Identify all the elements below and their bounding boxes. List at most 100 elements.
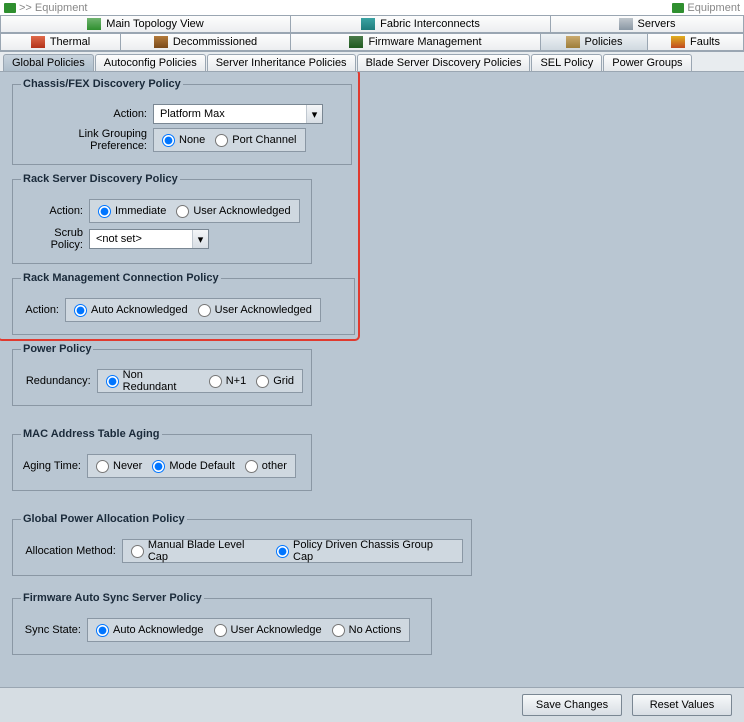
sub-tab-blade-server-discovery-policies[interactable]: Blade Server Discovery Policies	[357, 54, 531, 71]
fabric-icon	[361, 18, 375, 30]
scrub-policy-value: <not set>	[96, 233, 142, 245]
nav-tab-decommissioned[interactable]: Decommissioned	[120, 33, 290, 51]
sub-nav: Global PoliciesAutoconfig PoliciesServer…	[0, 52, 744, 72]
nav-tab-fabric-interconnects[interactable]: Fabric Interconnects	[290, 15, 550, 33]
redundancy-label: Redundancy:	[21, 375, 91, 387]
breadcrumb-text: >> Equipment	[19, 2, 88, 14]
radio-port-channel[interactable]: Port Channel	[215, 134, 296, 147]
nav-tab-label: Firmware Management	[368, 36, 481, 48]
save-button[interactable]: Save Changes	[522, 694, 622, 716]
radio-n+1[interactable]: N+1	[209, 375, 247, 388]
radio-label: Policy Driven Chassis Group Cap	[293, 539, 454, 563]
radio-input[interactable]	[209, 375, 222, 388]
radio-label: Auto Acknowledge	[113, 624, 204, 636]
radio-other[interactable]: other	[245, 460, 287, 473]
radio-label: N+1	[226, 375, 247, 387]
nav-tab-label: Thermal	[50, 36, 90, 48]
nav-tab-thermal[interactable]: Thermal	[0, 33, 120, 51]
radio-input[interactable]	[332, 624, 345, 637]
radio-input[interactable]	[176, 205, 189, 218]
breadcrumb-text-right: Equipment	[687, 2, 740, 14]
allocation-method-label: Allocation Method:	[21, 545, 116, 557]
rack-action-label: Action:	[21, 205, 83, 217]
power-policy-legend: Power Policy	[21, 343, 93, 355]
power-policy-fieldset: Power Policy Redundancy: Non Redundant N+…	[12, 343, 312, 406]
radio-no-actions[interactable]: No Actions	[332, 624, 402, 637]
chassis-fex-legend: Chassis/FEX Discovery Policy	[21, 78, 183, 90]
radio-none[interactable]: None	[162, 134, 205, 147]
nav-tab-firmware-management[interactable]: Firmware Management	[290, 33, 540, 51]
topology-icon	[87, 18, 101, 30]
radio-input[interactable]	[256, 375, 269, 388]
rack-mgmt-legend: Rack Management Connection Policy	[21, 272, 221, 284]
scrub-policy-combo[interactable]: <not set> ▾	[89, 229, 209, 249]
servers-icon	[619, 18, 633, 30]
nav-tab-label: Policies	[585, 36, 623, 48]
nav-tab-servers[interactable]: Servers	[550, 15, 744, 33]
sub-tab-power-groups[interactable]: Power Groups	[603, 54, 691, 71]
nav-tab-main-topology-view[interactable]: Main Topology View	[0, 15, 290, 33]
radio-immediate[interactable]: Immediate	[98, 205, 166, 218]
rack-server-fieldset: Rack Server Discovery Policy Action: Imm…	[12, 173, 312, 264]
global-power-alloc-legend: Global Power Allocation Policy	[21, 513, 187, 525]
nav-tab-label: Main Topology View	[106, 18, 203, 30]
global-power-alloc-fieldset: Global Power Allocation Policy Allocatio…	[12, 513, 472, 576]
radio-input[interactable]	[152, 460, 165, 473]
radio-input[interactable]	[215, 134, 228, 147]
radio-input[interactable]	[98, 205, 111, 218]
radio-label: User Acknowledged	[215, 304, 312, 316]
radio-input[interactable]	[74, 304, 87, 317]
sync-state-radiogroup: Auto Acknowledge User Acknowledge No Actio…	[87, 618, 410, 642]
thermal-icon	[31, 36, 45, 48]
sub-tab-sel-policy[interactable]: SEL Policy	[531, 54, 602, 71]
chassis-fex-fieldset: Chassis/FEX Discovery Policy Action: Pla…	[12, 78, 352, 165]
radio-non-redundant[interactable]: Non Redundant	[106, 369, 199, 393]
radio-input[interactable]	[106, 375, 119, 388]
nav-tab-faults[interactable]: Faults	[647, 33, 744, 51]
breadcrumb-bar: >> Equipment Equipment	[0, 0, 744, 15]
radio-manual-blade-level-cap[interactable]: Manual Blade Level Cap	[131, 539, 266, 563]
radio-input[interactable]	[162, 134, 175, 147]
link-grouping-label: Link Grouping Preference:	[21, 128, 147, 152]
rack-mgmt-fieldset: Rack Management Connection Policy Action…	[12, 272, 355, 335]
sub-tab-global-policies[interactable]: Global Policies	[3, 54, 94, 71]
faults-icon	[671, 36, 685, 48]
radio-input[interactable]	[245, 460, 258, 473]
rack-mgmt-radiogroup: Auto Acknowledged User Acknowledged	[65, 298, 321, 322]
radio-user-acknowledged[interactable]: User Acknowledged	[176, 205, 290, 218]
radio-user-acknowledge[interactable]: User Acknowledge	[214, 624, 322, 637]
radio-auto-acknowledged[interactable]: Auto Acknowledged	[74, 304, 188, 317]
radio-input[interactable]	[131, 545, 144, 558]
link-grouping-radiogroup: None Port Channel	[153, 128, 306, 152]
mac-aging-fieldset: MAC Address Table Aging Aging Time: Neve…	[12, 428, 312, 491]
radio-input[interactable]	[214, 624, 227, 637]
radio-never[interactable]: Never	[96, 460, 142, 473]
radio-input[interactable]	[198, 304, 211, 317]
radio-mode-default[interactable]: Mode Default	[152, 460, 234, 473]
radio-label: Manual Blade Level Cap	[148, 539, 266, 563]
scrub-policy-label: Scrub Policy:	[21, 227, 83, 251]
radio-label: No Actions	[349, 624, 402, 636]
decommissioned-icon	[154, 36, 168, 48]
equipment-icon	[672, 3, 684, 13]
reset-button[interactable]: Reset Values	[632, 694, 732, 716]
radio-grid[interactable]: Grid	[256, 375, 294, 388]
radio-label: Never	[113, 460, 142, 472]
radio-label: other	[262, 460, 287, 472]
radio-input[interactable]	[276, 545, 289, 558]
radio-input[interactable]	[96, 624, 109, 637]
sub-tab-server-inheritance-policies[interactable]: Server Inheritance Policies	[207, 54, 356, 71]
aging-time-radiogroup: Never Mode Default other	[87, 454, 296, 478]
radio-user-acknowledged[interactable]: User Acknowledged	[198, 304, 312, 317]
footer-bar: Save Changes Reset Values	[0, 687, 744, 722]
radio-policy-driven-chassis-group-cap[interactable]: Policy Driven Chassis Group Cap	[276, 539, 454, 563]
chassis-action-label: Action:	[21, 108, 147, 120]
radio-label: Immediate	[115, 205, 166, 217]
sub-tab-autoconfig-policies[interactable]: Autoconfig Policies	[95, 54, 206, 71]
radio-input[interactable]	[96, 460, 109, 473]
nav-tab-policies[interactable]: Policies	[540, 33, 647, 51]
firmware-sync-legend: Firmware Auto Sync Server Policy	[21, 592, 204, 604]
nav-tab-label: Faults	[690, 36, 720, 48]
chassis-action-combo[interactable]: Platform Max ▾	[153, 104, 323, 124]
radio-auto-acknowledge[interactable]: Auto Acknowledge	[96, 624, 204, 637]
